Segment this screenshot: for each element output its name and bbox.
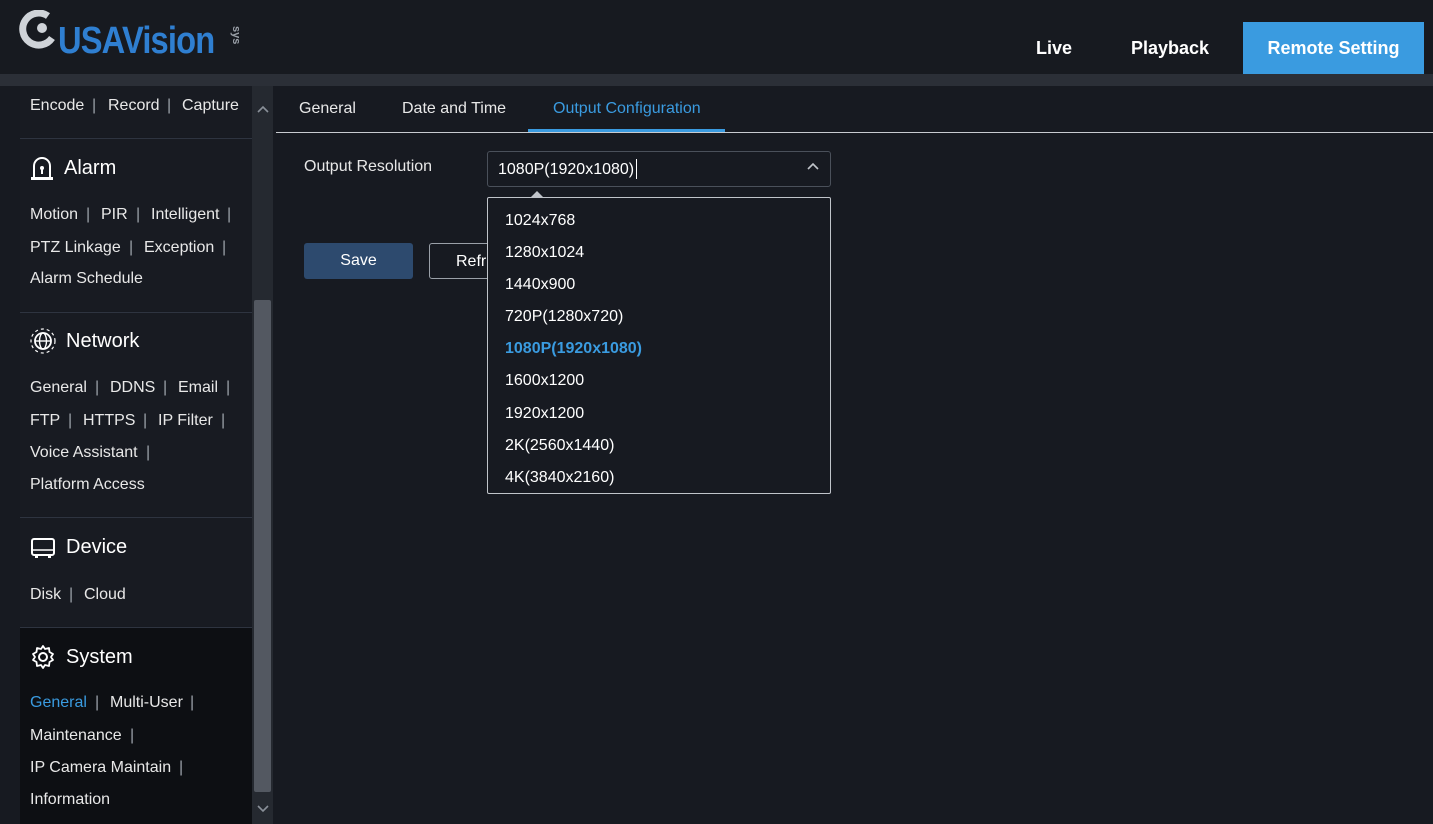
tabs-divider [276, 132, 1433, 133]
output-resolution-select[interactable]: 1080P(1920x1080) [487, 151, 831, 187]
separator: | [146, 444, 151, 461]
sidebar-item-intelligent[interactable]: Intelligent [151, 206, 220, 224]
separator: | [143, 412, 148, 429]
sidebar-item-ip-camera-maintain[interactable]: IP Camera Maintain [30, 759, 171, 777]
network-globe-icon [30, 328, 56, 354]
scroll-down-arrow[interactable] [252, 794, 273, 824]
separator: | [86, 206, 91, 223]
sidebar-heading-label: Alarm [64, 156, 117, 179]
logo-text: USAVision [58, 20, 215, 62]
sidebar-item-motion[interactable]: Motion [30, 206, 78, 224]
separator: | [222, 239, 227, 256]
sidebar-heading-system[interactable]: System [30, 644, 133, 670]
sidebar-item-cloud[interactable]: Cloud [84, 586, 126, 604]
sidebar-item-information[interactable]: Information [30, 791, 110, 809]
output-resolution-value: 1080P(1920x1080) [498, 161, 635, 178]
separator: | [95, 379, 100, 396]
option-1600x1200[interactable]: 1600x1200 [505, 372, 584, 390]
sidebar-item-system-general[interactable]: General [30, 694, 87, 712]
sidebar-item-multi-user[interactable]: Multi-User [110, 694, 183, 712]
separator: | [226, 379, 231, 396]
tab-output-configuration[interactable]: Output Configuration [553, 100, 701, 118]
sidebar-heading-device[interactable]: Device [30, 534, 127, 560]
gear-icon [32, 645, 54, 669]
sidebar-item-general[interactable]: General [30, 379, 87, 397]
sidebar-item-pir[interactable]: PIR [101, 206, 128, 224]
option-1440x900[interactable]: 1440x900 [505, 276, 575, 294]
separator: | [95, 694, 100, 711]
sidebar-item-email[interactable]: Email [178, 379, 218, 397]
sidebar-item-ftp[interactable]: FTP [30, 412, 60, 430]
brand-logo: USAVision sys [18, 8, 248, 64]
separator: | [179, 759, 184, 776]
sidebar-item-disk[interactable]: Disk [30, 586, 61, 604]
sidebar-heading-network[interactable]: Network [30, 328, 139, 354]
device-hdd-icon [31, 538, 55, 558]
separator: | [69, 586, 74, 603]
sidebar-item-ddns[interactable]: DDNS [110, 379, 155, 397]
top-bar-divider [0, 74, 1433, 86]
option-720p[interactable]: 720P(1280x720) [505, 308, 623, 326]
option-1280x1024[interactable]: 1280x1024 [505, 244, 584, 262]
sidebar-item-alarm-schedule[interactable]: Alarm Schedule [30, 270, 143, 288]
logo-suffix: sys [230, 26, 242, 45]
sidebar-heading-label: System [66, 645, 133, 668]
alarm-icon [31, 157, 53, 180]
save-button[interactable]: Save [304, 243, 413, 279]
sidebar-item-encode[interactable]: Encode [30, 97, 84, 115]
nav-playback[interactable]: Playback [1112, 22, 1228, 74]
separator: | [130, 727, 135, 744]
nav-live[interactable]: Live [1020, 22, 1088, 74]
option-2k[interactable]: 2K(2560x1440) [505, 437, 614, 455]
sidebar-scroll-thumb[interactable] [254, 300, 271, 792]
sidebar-heading-label: Network [66, 329, 140, 352]
logo-c-icon [19, 10, 55, 49]
text-cursor [636, 159, 637, 179]
option-1080p-selected[interactable]: 1080P(1920x1080) [505, 340, 642, 358]
sidebar-item-maintenance[interactable]: Maintenance [30, 727, 122, 745]
resolution-dropdown-list: 1024x768 1280x1024 1440x900 720P(1280x72… [487, 197, 831, 494]
sidebar-item-ptz-linkage[interactable]: PTZ Linkage [30, 239, 121, 257]
sidebar-item-exception[interactable]: Exception [144, 239, 214, 257]
separator: | [167, 97, 172, 114]
option-4k[interactable]: 4K(3840x2160) [505, 469, 614, 487]
separator: | [68, 412, 73, 429]
separator: | [163, 379, 168, 396]
option-1024x768[interactable]: 1024x768 [505, 212, 575, 230]
separator: | [129, 239, 134, 256]
sidebar-item-capture[interactable]: Capture [182, 97, 239, 115]
sidebar-item-record[interactable]: Record [108, 97, 160, 115]
nav-remote-setting[interactable]: Remote Setting [1243, 22, 1424, 74]
tab-date-and-time[interactable]: Date and Time [402, 100, 506, 118]
separator: | [227, 206, 232, 223]
sidebar-item-voice-assistant[interactable]: Voice Assistant [30, 444, 138, 462]
separator: | [221, 412, 226, 429]
chevron-down-icon [256, 805, 269, 813]
separator: | [92, 97, 97, 114]
output-resolution-label: Output Resolution [304, 158, 433, 175]
sidebar-item-https[interactable]: HTTPS [83, 412, 135, 430]
separator: | [190, 694, 195, 711]
sidebar-heading-label: Device [66, 535, 128, 558]
sidebar-item-ip-filter[interactable]: IP Filter [158, 412, 213, 430]
option-1920x1200[interactable]: 1920x1200 [505, 405, 584, 423]
chevron-up-icon [256, 105, 269, 113]
tab-general[interactable]: General [299, 100, 356, 118]
sidebar-heading-alarm[interactable]: Alarm [30, 155, 116, 181]
scroll-up-arrow[interactable] [252, 94, 273, 124]
settings-tabs: General Date and Time Output Configurati… [276, 86, 1433, 134]
sidebar-item-platform-access[interactable]: Platform Access [30, 476, 145, 494]
separator: | [136, 206, 141, 223]
chevron-up-icon [807, 162, 819, 170]
